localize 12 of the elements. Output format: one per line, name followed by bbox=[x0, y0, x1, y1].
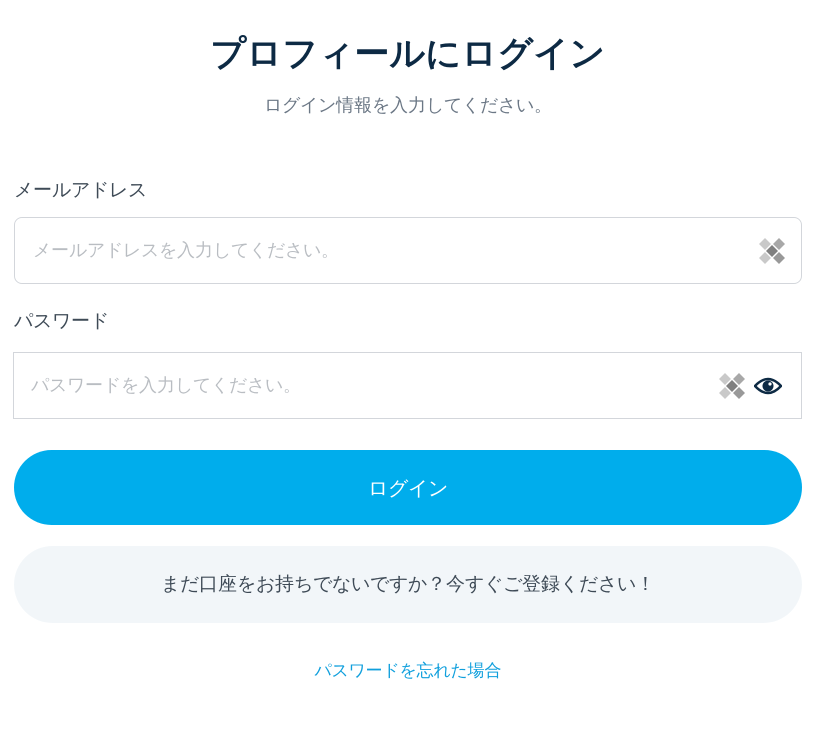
field-label: メールアドレス bbox=[14, 178, 148, 203]
email-field[interactable]: メールアドレスを入力してください。 bbox=[14, 217, 802, 284]
eye-icon[interactable] bbox=[754, 376, 782, 396]
register-button[interactable]: まだ口座をお持ちでないですか？今すぐご登録ください！ bbox=[14, 546, 802, 623]
diamond-pattern-icon bbox=[758, 236, 786, 264]
forgot-password-link[interactable]: パスワードを忘れた場合 bbox=[314, 659, 502, 684]
password-field[interactable]: パスワードを入力してください。 bbox=[13, 352, 802, 419]
page-subtitle: ログイン情報を入力してください。 bbox=[264, 94, 552, 118]
field-label: パスワード bbox=[14, 309, 110, 334]
login-button[interactable]: ログイン bbox=[14, 450, 802, 525]
page-title: プロフィールにログイン bbox=[210, 33, 606, 76]
diamond-pattern-icon bbox=[718, 372, 746, 400]
